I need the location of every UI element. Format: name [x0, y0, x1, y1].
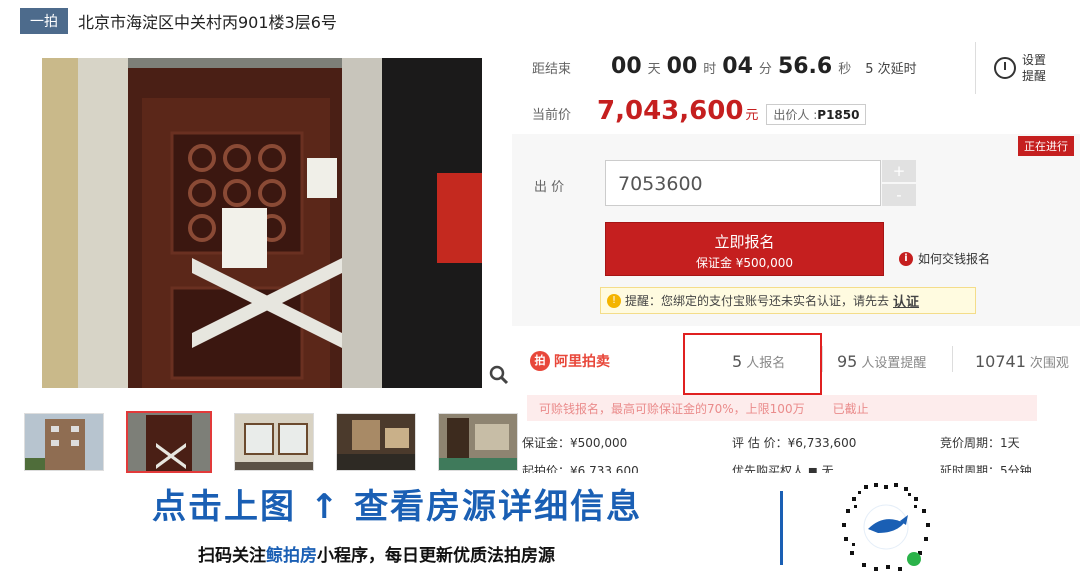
signup-label: 立即报名 — [714, 233, 775, 251]
banner-subtitle: 扫码关注鲸拍房小程序，每日更新优质法拍房源 — [198, 546, 555, 566]
banner-divider — [780, 491, 783, 565]
credit-signup-text: 可赊钱报名，最高可赊保证金的70%，上限100万 — [539, 401, 805, 416]
countdown: 距结束 00 天 00 时 04 分 56.6 秒 5 次延时 — [532, 54, 917, 79]
seconds-unit: 秒 — [838, 62, 852, 77]
ali-auction-icon: 拍 — [530, 351, 550, 371]
hours-unit: 时 — [703, 62, 717, 77]
countdown-days: 00 — [611, 54, 642, 79]
how-to-pay-link[interactable]: i 如何交钱报名 — [899, 250, 990, 267]
auction-page: 一拍 北京市海淀区中关村丙901楼3层6号 距结束 00 天 00 时 04 分… — [0, 0, 1080, 583]
signup-highlight-box — [683, 333, 822, 395]
reminder-count: 95 人设置提醒 — [837, 351, 927, 371]
minutes-unit: 分 — [758, 62, 772, 77]
deposit-amount: 保证金 ¥500,000 — [695, 256, 794, 270]
thumbnail[interactable] — [438, 413, 518, 471]
miniapp-name: 鲸拍房 — [266, 546, 317, 566]
top-bidder: 出价人 :P1850 — [766, 104, 867, 125]
decrease-bid-button[interactable]: - — [882, 184, 916, 206]
bid-panel: 正在进行 出 价 7053600 + - 立即报名 保证金 ¥500,000 i… — [512, 134, 1080, 326]
set-reminder-button[interactable]: 设置 提醒 — [975, 42, 1080, 94]
credit-signup-bar: 可赊钱报名，最高可赊保证金的70%，上限100万 已截止 — [527, 395, 1037, 421]
verify-link[interactable]: 认证 — [893, 291, 919, 310]
view-count: 10741 次围观 — [975, 351, 1069, 371]
status-badge: 正在进行 — [1018, 136, 1074, 156]
thumbnail-selected[interactable] — [126, 411, 212, 473]
info-icon: i — [899, 251, 913, 266]
property-title: 北京市海淀区中关村丙901楼3层6号 — [78, 13, 337, 32]
signup-button[interactable]: 立即报名 保证金 ¥500,000 — [605, 222, 884, 276]
brand-name: 阿里拍卖 — [554, 354, 610, 370]
brand-logo: 拍 阿里拍卖 — [530, 351, 680, 371]
countdown-minutes: 04 — [722, 54, 753, 79]
divider — [822, 346, 823, 372]
notice-text: 提醒：您绑定的支付宝账号还未实名认证，请先去 — [625, 294, 890, 308]
cycle-info: 竞价周期：1天 — [940, 436, 1020, 450]
bid-amount-input[interactable]: 7053600 — [605, 160, 881, 206]
miniprogram-qr-code[interactable] — [834, 477, 938, 577]
thumbnail[interactable] — [24, 413, 104, 471]
verification-notice: ! 提醒：您绑定的支付宝账号还未实名认证，请先去 认证 — [600, 287, 976, 314]
thumbnail[interactable] — [336, 413, 416, 471]
thumbnail[interactable] — [234, 413, 314, 471]
bid-label: 出 价 — [534, 180, 565, 195]
how-to-pay-label: 如何交钱报名 — [918, 252, 991, 266]
promo-banner[interactable]: 点击上图 ↑ 查看房源详细信息 扫码关注鲸拍房小程序，每日更新优质法拍房源 — [0, 473, 1080, 583]
banner-title: 点击上图 ↑ 查看房源详细信息 — [152, 487, 643, 527]
price-unit: 元 — [745, 108, 759, 123]
appraisal-info: 评 估 价：¥6,733,600 — [732, 436, 857, 450]
deposit-info: 保证金：¥500,000 — [522, 436, 628, 450]
countdown-label: 距结束 — [532, 62, 572, 77]
current-price: 7,043,600 — [597, 96, 744, 126]
countdown-seconds: 56.6 — [777, 54, 833, 79]
reminder-line2: 提醒 — [1022, 69, 1047, 83]
current-price-label: 当前价 — [532, 108, 572, 123]
alarm-clock-icon — [994, 57, 1016, 79]
extension-count: 5 次延时 — [865, 62, 917, 77]
main-property-photo[interactable] — [42, 58, 482, 388]
bid-stepper: + - — [882, 160, 916, 206]
days-unit: 天 — [647, 62, 661, 77]
auction-round-badge: 一拍 — [20, 8, 68, 34]
thumbnail-strip — [24, 411, 518, 473]
current-price-row: 当前价 7,043,600 元 出价人 :P1850 — [532, 96, 867, 126]
reminder-line1: 设置 — [1022, 53, 1047, 67]
increase-bid-button[interactable]: + — [882, 160, 916, 182]
divider — [952, 346, 953, 372]
bidder-id: P1850 — [817, 108, 860, 122]
lightbulb-icon: ! — [607, 293, 621, 308]
zoom-icon[interactable] — [488, 364, 510, 386]
credit-signup-status: 已截止 — [832, 401, 869, 416]
title-bar: 一拍 北京市海淀区中关村丙901楼3层6号 — [20, 8, 337, 34]
countdown-hours: 00 — [666, 54, 698, 79]
